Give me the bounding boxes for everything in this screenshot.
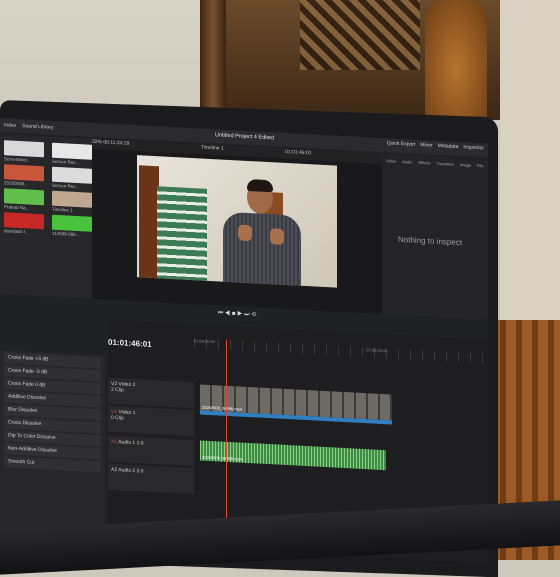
project-title: Untitled Project 4 Edited: [215, 132, 274, 141]
track-info: 1.0: [136, 440, 144, 447]
media-item[interactable]: Prahad Na...: [4, 188, 44, 211]
ruler-start-label: 01:00:00:00: [194, 338, 216, 345]
wall: [500, 0, 560, 330]
quick-export-tab[interactable]: Quick Export: [387, 140, 416, 148]
ruler-mid-label: 01:02:00:00: [366, 347, 388, 354]
media-item[interactable]: doordash l...: [4, 212, 44, 235]
transition-tab[interactable]: Transition: [437, 161, 454, 167]
hands: [232, 224, 292, 247]
track-header-a2[interactable]: A2 Audio 2 2.0: [108, 463, 194, 495]
timeline-selector[interactable]: Timeline 1: [201, 145, 224, 152]
loop-icon[interactable]: ⟲: [251, 312, 256, 318]
edited-status: Edited: [258, 134, 275, 142]
media-item[interactable]: Screenshot...: [4, 140, 44, 163]
video-viewer[interactable]: [92, 148, 382, 315]
media-label: Screenshot...: [4, 156, 31, 163]
track-id: A1: [111, 438, 118, 446]
track-header-a1[interactable]: A1 Audio 1 1.0: [108, 435, 194, 467]
laptop-screen: Index Sound Library Untitled Project 4 E…: [0, 118, 488, 564]
right-hand: [270, 228, 284, 245]
track-info: 2.0: [136, 468, 144, 475]
track-info: 0 Clip: [111, 414, 124, 422]
clip-name: 20250509_04398.mp4: [202, 404, 243, 412]
hair: [247, 178, 273, 193]
file-tab[interactable]: File: [477, 163, 483, 168]
media-label: Prahad Na...: [4, 204, 30, 211]
video-clip[interactable]: 20250509_04398.mp4: [200, 384, 392, 425]
wooden-post: [200, 0, 226, 115]
media-label: 112699-685...: [52, 230, 80, 238]
media-item[interactable]: 112699-685...: [52, 214, 92, 238]
timeline-ruler[interactable]: 01:00:00:00 01:02:00:00: [194, 338, 488, 364]
zoom-level[interactable]: 32%: [92, 139, 102, 146]
index-tab[interactable]: Index: [4, 122, 16, 129]
audio-tab[interactable]: Audio: [402, 159, 412, 165]
timeline-timecode: 01:01:46:01: [108, 337, 152, 349]
inspector-tab[interactable]: Inspector: [463, 144, 484, 151]
track-header-v2[interactable]: V2 Video 2 2 Clip: [108, 377, 194, 409]
media-item[interactable]: Screen Rec...: [52, 142, 92, 166]
image-tab[interactable]: Image: [460, 162, 471, 168]
play-icon[interactable]: ▶: [237, 311, 242, 317]
reverse-icon[interactable]: ◀: [225, 311, 230, 317]
mixer-tab[interactable]: Mixer: [420, 142, 432, 149]
project-name: Untitled Project 4: [215, 132, 257, 141]
inspector-empty-message: Nothing to inspect: [398, 234, 463, 248]
video-tab[interactable]: Video: [386, 158, 396, 164]
right-tabs: Quick Export Mixer Metadata Inspector: [387, 140, 484, 151]
metadata-tab[interactable]: Metadata: [438, 143, 459, 150]
track-name: Audio 1: [118, 439, 136, 447]
effects-library: Cross Fade +3 dB Cross Fade -3 dB Cross …: [0, 350, 105, 546]
next-icon[interactable]: ⏭: [244, 312, 249, 318]
media-thumbnails: Screenshot... Screen Rec... 20250508... …: [0, 134, 92, 244]
track-info: 2 Clip: [111, 386, 124, 394]
clip-name: 20250509_04398.mp4: [202, 454, 243, 462]
carved-lattice: [300, 0, 420, 70]
shirt: [223, 211, 301, 288]
media-item[interactable]: Timeline 1: [52, 190, 92, 214]
video-frame: [137, 155, 337, 288]
left-hand: [238, 224, 252, 242]
media-label: doordash l...: [4, 228, 29, 235]
effects-tab[interactable]: Effects: [418, 160, 430, 166]
presenter: [217, 178, 307, 288]
stop-icon[interactable]: ■: [232, 311, 236, 317]
inspector-tabs: Video Audio Effects Transition Image Fil…: [382, 154, 488, 173]
media-pool: Screenshot... Screen Rec... 20250508... …: [0, 134, 92, 299]
stair-railing: [139, 165, 159, 279]
media-label: Timeline 1: [52, 206, 73, 213]
audio-clip[interactable]: 20250509_04398.mp4: [200, 440, 386, 471]
media-label: Screen Rec...: [52, 158, 80, 166]
track-id: A2: [111, 466, 118, 474]
media-item[interactable]: Screen Rec...: [52, 166, 92, 190]
track-name: Audio 2: [118, 467, 136, 475]
inspector-panel: Video Audio Effects Transition Image Fil…: [382, 154, 488, 320]
track-header-v1[interactable]: V1 Video 1 0 Clip: [108, 405, 194, 437]
record-timecode: 01:01:46:01: [285, 148, 312, 157]
media-item[interactable]: 20250508...: [4, 164, 44, 187]
previous-icon[interactable]: ⏮: [218, 310, 223, 316]
media-label: 20250508...: [4, 180, 28, 187]
source-timecode: 00:11:34:29: [103, 139, 130, 147]
sound-library-tab[interactable]: Sound Library: [22, 123, 53, 131]
effect-item[interactable]: Smooth Cut: [4, 456, 101, 473]
media-label: Screen Rec...: [52, 182, 80, 190]
staircase: [157, 186, 207, 284]
